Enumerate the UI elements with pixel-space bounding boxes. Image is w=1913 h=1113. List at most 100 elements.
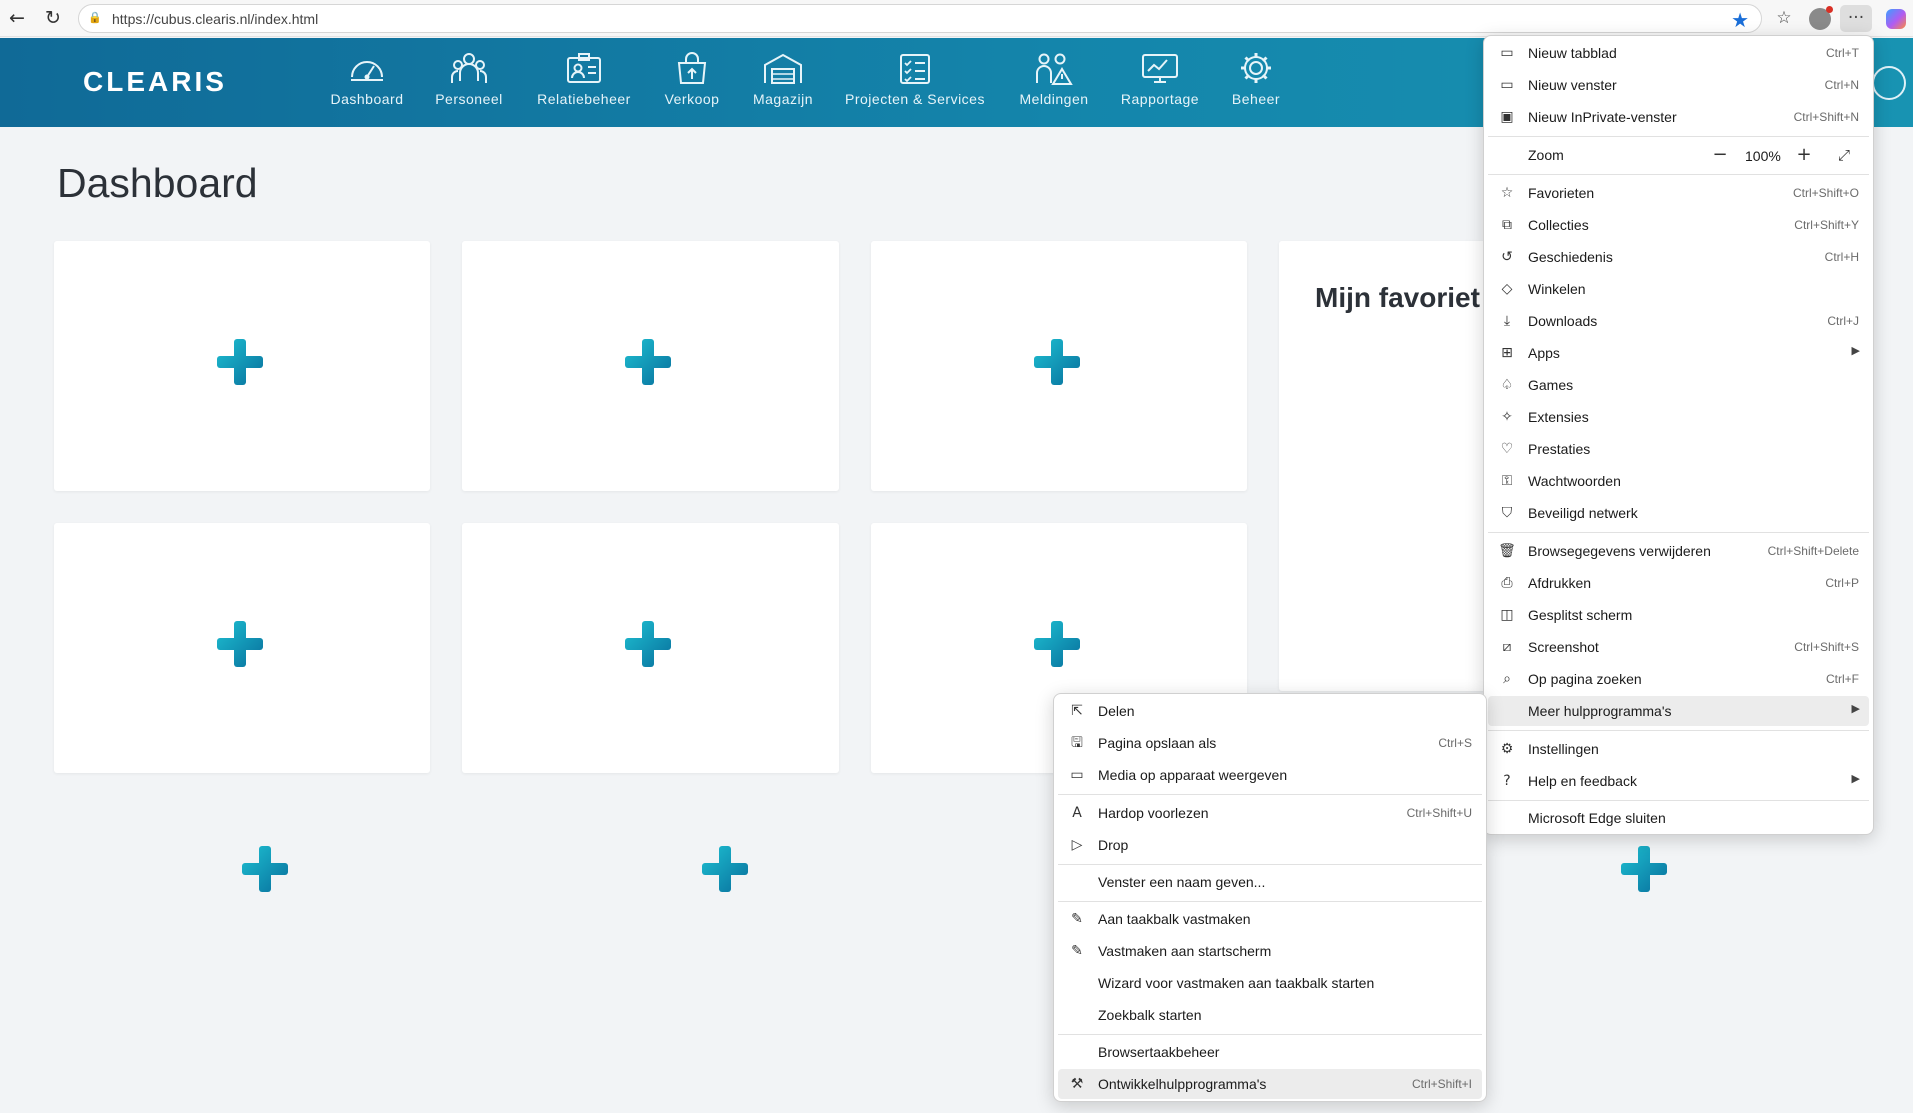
help-icon: ?: [1503, 773, 1511, 789]
menu-separator: [1488, 800, 1869, 801]
menu-item-secure-network[interactable]: ⛉ Beveiligd netwerk: [1488, 498, 1869, 528]
nav-verkoop[interactable]: Verkoop: [654, 38, 730, 127]
save-page-icon: 🖫: [1071, 735, 1083, 751]
settings-more-icon[interactable]: ···: [1840, 5, 1872, 32]
key-icon: ⚿: [1501, 473, 1513, 489]
add-widget-icon[interactable]: [625, 621, 671, 667]
menu-item-find-on-page[interactable]: ⌕ Op pagina zoeken Ctrl+F: [1488, 664, 1869, 694]
read-aloud-icon: A: [1072, 805, 1082, 821]
new-tab-icon: ▭: [1500, 45, 1514, 61]
nav-rapportage[interactable]: Rapportage: [1114, 38, 1206, 127]
menu-item-passwords[interactable]: ⚿ Wachtwoorden: [1488, 466, 1869, 496]
user-profile-icon[interactable]: [1872, 66, 1906, 100]
menu-separator: [1058, 794, 1482, 795]
menu-item-search-bar[interactable]: Zoekbalk starten: [1058, 1000, 1482, 1030]
menu-item-name-window[interactable]: Venster een naam geven...: [1058, 867, 1482, 897]
zoom-out-icon[interactable]: −: [1709, 145, 1731, 167]
menu-item-pin-wizard[interactable]: Wizard voor vastmaken aan taakbalk start…: [1058, 968, 1482, 998]
menu-item-collections[interactable]: ⧉ Collecties Ctrl+Shift+Y: [1488, 210, 1869, 240]
menu-item-cast-media[interactable]: ▭ Media op apparaat weergeven: [1058, 760, 1482, 790]
favorite-star-icon[interactable]: ★: [1731, 8, 1749, 32]
menu-item-pin-start[interactable]: ✎ Vastmaken aan startscherm: [1058, 936, 1482, 966]
download-icon: ⤓: [1503, 313, 1511, 329]
profile-avatar[interactable]: [1809, 6, 1833, 30]
menu-item-task-manager[interactable]: Browsertaakbeheer: [1058, 1037, 1482, 1067]
nav-personeel[interactable]: Personeel: [427, 38, 511, 127]
zoom-in-icon[interactable]: +: [1793, 145, 1815, 167]
dashboard-tile[interactable]: [871, 241, 1247, 491]
menu-item-games[interactable]: ♤ Games: [1488, 370, 1869, 400]
menu-item-share[interactable]: ⇱ Delen: [1058, 696, 1482, 726]
add-widget-icon[interactable]: [1621, 846, 1667, 892]
dashboard-tile[interactable]: [462, 523, 839, 773]
menu-item-more-tools[interactable]: Meer hulpprogramma's ▶: [1488, 696, 1869, 726]
warehouse-icon: [764, 53, 802, 84]
games-icon: ♤: [1500, 377, 1514, 393]
menu-item-save-page[interactable]: 🖫 Pagina opslaan als Ctrl+S: [1058, 728, 1482, 758]
find-icon: ⌕: [1503, 671, 1511, 687]
chevron-right-icon: ▶: [1851, 772, 1860, 785]
add-widget-icon[interactable]: [217, 621, 263, 667]
menu-item-close-edge[interactable]: Microsoft Edge sluiten: [1488, 803, 1869, 833]
more-tools-submenu: ⇱ Delen 🖫 Pagina opslaan als Ctrl+S ▭ Me…: [1053, 693, 1487, 1102]
menu-item-new-tab[interactable]: ▭ Nieuw tabblad Ctrl+T: [1488, 38, 1869, 68]
menu-item-shopping[interactable]: ◇ Winkelen: [1488, 274, 1869, 304]
send-icon: ▷: [1071, 837, 1083, 853]
refresh-icon[interactable]: ↻: [40, 6, 66, 30]
menu-item-favorites[interactable]: ☆ Favorieten Ctrl+Shift+O: [1488, 178, 1869, 208]
cast-icon: ▭: [1070, 767, 1084, 783]
gear-icon: ⚙: [1500, 741, 1514, 757]
menu-item-performance[interactable]: ♡ Prestaties: [1488, 434, 1869, 464]
menu-separator: [1488, 136, 1869, 137]
dashboard-tile[interactable]: [54, 523, 430, 773]
nav-meldingen[interactable]: Meldingen: [1010, 38, 1098, 127]
split-screen-icon: ◫: [1500, 607, 1514, 623]
nav-magazijn[interactable]: Magazijn: [742, 38, 824, 127]
fullscreen-icon[interactable]: ⤢: [1833, 145, 1855, 167]
menu-item-drop[interactable]: ▷ Drop: [1058, 830, 1482, 860]
menu-item-new-inprivate[interactable]: ▣ Nieuw InPrivate-venster Ctrl+Shift+N: [1488, 102, 1869, 132]
clearis-logo[interactable]: CLEARIS: [83, 66, 227, 98]
menu-item-new-window[interactable]: ▭ Nieuw venster Ctrl+N: [1488, 70, 1869, 100]
address-bar[interactable]: 🔒 https://cubus.clearis.nl/index.html ★: [78, 4, 1762, 33]
menu-item-extensions[interactable]: ✧ Extensies: [1488, 402, 1869, 432]
nav-projecten-services[interactable]: Projecten & Services: [840, 38, 990, 127]
site-info-icon[interactable]: 🔒: [88, 11, 102, 25]
menu-item-pin-taskbar[interactable]: ✎ Aan taakbalk vastmaken: [1058, 904, 1482, 934]
add-widget-icon[interactable]: [702, 846, 748, 892]
add-widget-icon[interactable]: [217, 339, 263, 385]
menu-item-help-feedback[interactable]: ? Help en feedback ▶: [1488, 766, 1869, 796]
back-icon[interactable]: ←: [4, 6, 30, 30]
menu-item-read-aloud[interactable]: A Hardop voorlezen Ctrl+Shift+U: [1058, 798, 1482, 828]
add-widget-icon[interactable]: [625, 339, 671, 385]
nav-dashboard[interactable]: Dashboard: [322, 38, 412, 127]
chevron-right-icon: ▶: [1851, 702, 1860, 715]
copilot-icon[interactable]: [1886, 9, 1906, 29]
dashboard-tile[interactable]: [54, 241, 430, 491]
menu-item-split-screen[interactable]: ◫ Gesplitst scherm: [1488, 600, 1869, 630]
add-widget-icon[interactable]: [1034, 339, 1080, 385]
menu-separator: [1488, 730, 1869, 731]
add-widget-icon[interactable]: [242, 846, 288, 892]
nav-relatiebeheer[interactable]: Relatiebeheer: [528, 38, 640, 127]
menu-item-apps[interactable]: ⊞ Apps ▶: [1488, 338, 1869, 368]
menu-item-history[interactable]: ↺ Geschiedenis Ctrl+H: [1488, 242, 1869, 272]
menu-item-settings[interactable]: ⚙ Instellingen: [1488, 734, 1869, 764]
menu-item-clear-browsing-data[interactable]: 🗑 Browsegegevens verwijderen Ctrl+Shift+…: [1488, 536, 1869, 566]
gear-icon: [1241, 53, 1271, 83]
speedometer-icon: [351, 61, 383, 81]
favorites-bar-icon[interactable]: ☆: [1768, 5, 1800, 32]
alert-people-icon: [1036, 53, 1073, 85]
dashboard-tile[interactable]: [462, 241, 839, 491]
menu-item-screenshot[interactable]: ⧄ Screenshot Ctrl+Shift+S: [1488, 632, 1869, 662]
add-widget-icon[interactable]: [1034, 621, 1080, 667]
menu-item-print[interactable]: ⎙ Afdrukken Ctrl+P: [1488, 568, 1869, 598]
history-icon: ↺: [1501, 249, 1513, 265]
nav-beheer[interactable]: Beheer: [1220, 38, 1292, 127]
edge-settings-menu: ▭ Nieuw tabblad Ctrl+T ▭ Nieuw venster C…: [1483, 35, 1874, 835]
pin-icon: ✎: [1071, 911, 1083, 927]
menu-item-developer-tools[interactable]: ⚒ Ontwikkelhulpprogramma's Ctrl+Shift+I: [1058, 1069, 1482, 1099]
report-screen-icon: [1142, 54, 1178, 83]
shopping-tag-icon: ◇: [1501, 281, 1513, 297]
menu-item-downloads[interactable]: ⤓ Downloads Ctrl+J: [1488, 306, 1869, 336]
